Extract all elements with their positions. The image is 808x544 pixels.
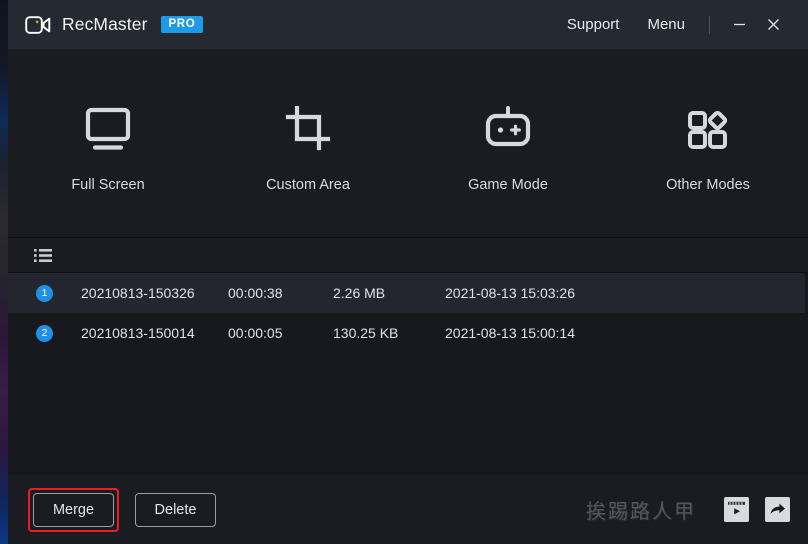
title-bar: RecMaster PRO Support Menu — [8, 0, 808, 49]
titlebar-divider — [709, 15, 710, 34]
row-duration: 00:00:05 — [228, 325, 283, 341]
mode-custom-area[interactable]: Custom Area — [208, 96, 408, 199]
row-name: 20210813-150326 — [81, 285, 195, 301]
pro-badge: PRO — [160, 15, 204, 34]
row-index-badge: 1 — [36, 284, 53, 302]
bottom-action-bar: Merge Delete 挨踢路人甲 — [8, 475, 808, 544]
table-row[interactable]: 1 20210813-150326 00:00:38 2.26 MB 2021-… — [8, 273, 805, 313]
desktop-wallpaper-strip — [0, 0, 8, 544]
recordings-list[interactable]: 1 20210813-150326 00:00:38 2.26 MB 2021-… — [8, 272, 808, 475]
crop-icon — [282, 102, 334, 158]
bottom-right-group: 挨踢路人甲 — [586, 495, 790, 524]
recmaster-window: RecMaster PRO Support Menu Full Screen C… — [8, 0, 808, 544]
row-date: 2021-08-13 15:00:14 — [445, 325, 575, 341]
mode-full-screen-label: Full Screen — [71, 176, 145, 193]
merge-button[interactable]: Merge — [33, 492, 114, 527]
menu-button[interactable]: Menu — [633, 10, 699, 39]
list-view-icon[interactable] — [34, 248, 52, 263]
app-title: RecMaster — [62, 14, 148, 34]
row-index-badge: 2 — [36, 324, 53, 342]
title-bar-actions: Support Menu — [553, 10, 808, 40]
table-row[interactable]: 2 20210813-150014 00:00:05 130.25 KB 202… — [8, 313, 805, 353]
close-icon — [767, 19, 779, 30]
minimize-button[interactable] — [722, 10, 756, 40]
mode-full-screen[interactable]: Full Screen — [8, 96, 208, 199]
minimize-icon — [733, 23, 745, 26]
mode-custom-area-label: Custom Area — [266, 176, 350, 193]
monitor-icon — [82, 102, 134, 158]
mode-other[interactable]: Other Modes — [608, 96, 808, 199]
row-size: 130.25 KB — [333, 325, 399, 341]
mode-other-label: Other Modes — [666, 176, 750, 193]
recordings-toolbar — [8, 237, 808, 272]
row-duration: 00:00:38 — [228, 285, 283, 301]
grid-shapes-icon — [682, 102, 734, 158]
capture-modes-row: Full Screen Custom Area Game Mode Other … — [8, 49, 808, 237]
close-button[interactable] — [756, 10, 790, 40]
app-brand: RecMaster PRO — [8, 14, 204, 36]
support-link[interactable]: Support — [553, 10, 634, 39]
delete-button[interactable]: Delete — [135, 492, 216, 527]
share-arrow-icon[interactable] — [765, 497, 790, 522]
row-size: 2.26 MB — [333, 285, 386, 301]
row-date: 2021-08-13 15:03:26 — [445, 285, 575, 301]
watermark-text: 挨踢路人甲 — [586, 499, 696, 523]
video-camera-icon — [25, 14, 51, 36]
gamepad-icon — [482, 102, 534, 158]
row-name: 20210813-150014 — [81, 325, 195, 341]
clapperboard-play-icon[interactable] — [724, 497, 749, 522]
mode-game-label: Game Mode — [468, 176, 548, 193]
mode-game[interactable]: Game Mode — [408, 96, 608, 199]
merge-button-highlight: Merge — [28, 487, 119, 532]
